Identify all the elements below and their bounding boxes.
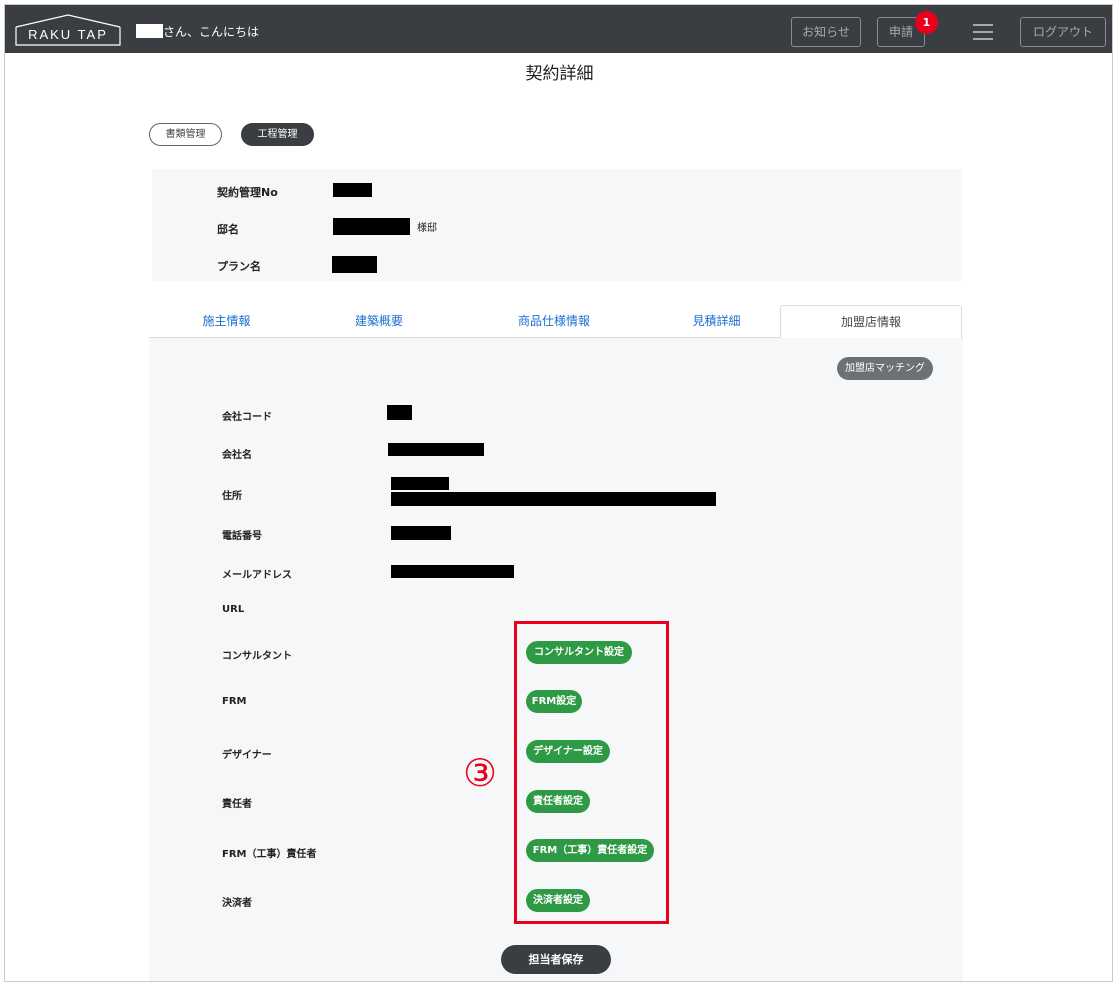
docs-management-toggle[interactable]: 書類管理 (149, 123, 222, 146)
process-management-toggle[interactable]: 工程管理 (241, 123, 314, 146)
tab-owner-info[interactable]: 施主情報 (149, 305, 304, 338)
redacted-address-line2 (391, 492, 716, 506)
redacted-plan-name (332, 256, 377, 273)
redacted-company-name (388, 443, 484, 456)
tab-product-spec[interactable]: 商品仕様情報 (454, 305, 654, 338)
menu-icon[interactable] (973, 24, 993, 40)
assignee-label-frm-construction: FRM（工事）責任者 (222, 849, 317, 860)
tab-franchise-info[interactable]: 加盟店情報 (780, 305, 962, 339)
assignee-label-approver: 決済者 (222, 898, 252, 909)
residence-suffix: 様邸 (417, 223, 437, 234)
assignee-label-consultant: コンサルタント (222, 651, 292, 662)
tab-estimate-detail[interactable]: 見積詳細 (654, 305, 779, 338)
apply-count-badge: 1 (915, 11, 938, 34)
email-label: メールアドレス (222, 570, 292, 581)
redacted-residence-name (333, 218, 410, 235)
save-assignees-button[interactable]: 担当者保存 (501, 945, 611, 974)
redacted-company-code (387, 405, 412, 420)
contract-no-label: 契約管理No (217, 186, 278, 199)
assignee-label-frm: FRM (222, 696, 247, 707)
logout-button[interactable]: ログアウト (1020, 17, 1106, 47)
plan-label: プラン名 (217, 260, 261, 273)
contract-tabs: 施主情報 建築概要 商品仕様情報 見積詳細 加盟店情報 (149, 305, 963, 339)
assignee-label-manager: 責任者 (222, 799, 252, 810)
phone-label: 電話番号 (222, 531, 262, 542)
franchise-matching-button[interactable]: 加盟店マッチング (837, 357, 933, 380)
greeting-text: さん、こんにちは (163, 25, 260, 39)
redacted-user-name (136, 24, 163, 38)
redacted-contract-no (333, 183, 372, 197)
contract-info-panel: 契約管理No 邸名 様邸 プラン名 (152, 169, 962, 281)
annotation-step-marker: ③ (462, 751, 498, 795)
page-title: 契約詳細 (525, 64, 594, 84)
tab-building-overview[interactable]: 建築概要 (304, 305, 454, 338)
assignee-label-designer: デザイナー (222, 750, 272, 761)
residence-label: 邸名 (217, 223, 239, 236)
app-window: RAKU TAP さん、こんにちは お知らせ 申請 1 ログアウト 契約詳細 書… (4, 4, 1113, 982)
top-navbar: RAKU TAP さん、こんにちは お知らせ 申請 1 ログアウト (5, 5, 1112, 53)
company-code-label: 会社コード (222, 412, 272, 423)
address-label: 住所 (222, 491, 242, 502)
notice-button[interactable]: お知らせ (791, 17, 861, 47)
redacted-address-line1 (391, 477, 449, 490)
url-label: URL (222, 604, 245, 615)
redacted-phone (391, 526, 451, 540)
redacted-email (391, 565, 514, 578)
annotation-highlight-box (514, 621, 669, 924)
raku-tap-logo[interactable]: RAKU TAP (15, 14, 121, 46)
company-name-label: 会社名 (222, 450, 252, 461)
logo-text: RAKU TAP (28, 27, 108, 42)
